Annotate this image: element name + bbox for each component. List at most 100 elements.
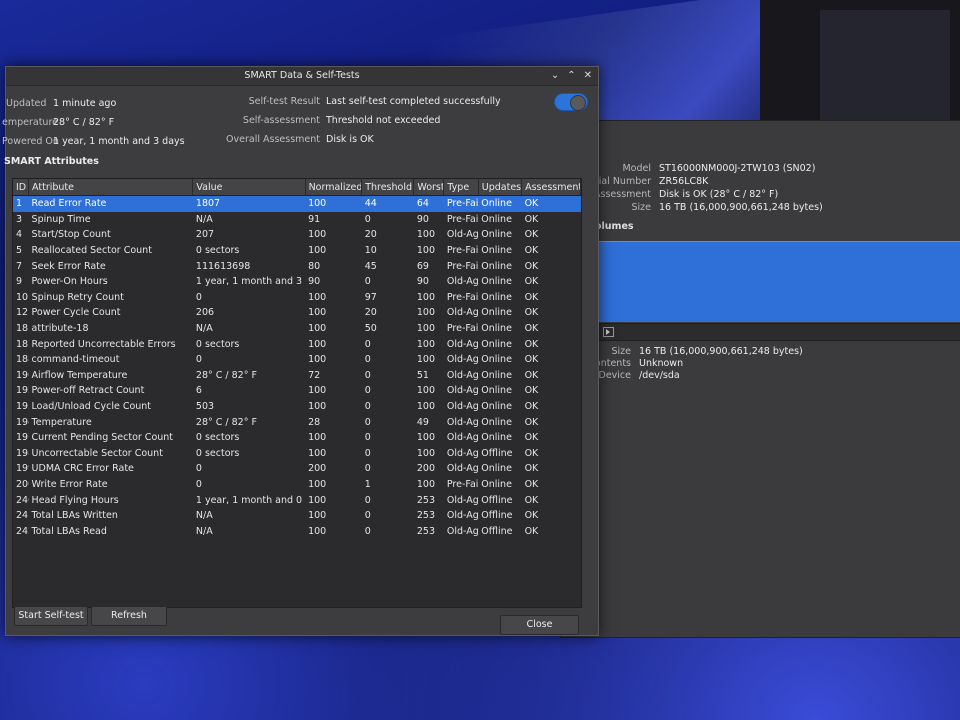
table-row[interactable]: 190Airflow Temperature 28° C / 82° F 72 0 51… xyxy=(13,368,581,384)
cell-worst: 100 xyxy=(416,447,436,459)
maximize-icon[interactable]: ⌃ xyxy=(567,67,575,85)
column-header-type[interactable]: Type xyxy=(443,179,479,196)
cell-assessment: OK xyxy=(524,260,539,272)
cell-value: 0 xyxy=(195,478,202,490)
smart-enable-toggle[interactable] xyxy=(554,93,588,111)
cell-threshold: 0 xyxy=(364,401,371,413)
cell-updates: Online xyxy=(481,260,512,272)
table-row[interactable]: 197Current Pending Sector Count 0 sectors… xyxy=(13,430,581,446)
cell-value: N/A xyxy=(195,525,213,537)
table-row[interactable]: 18 attribute-18 N/A 100 50 100 Pre-Fail Online O… xyxy=(13,321,581,337)
cell-value: 28° C / 82° F xyxy=(195,416,257,428)
table-row[interactable]: 12Power Cycle Count 206 100 20 100 Old-AgeOnl… xyxy=(13,305,581,321)
cell-type: Old-Age xyxy=(446,416,479,428)
close-icon[interactable]: ✕ xyxy=(584,67,592,85)
table-row[interactable]: 242Total LBAs Read N/A 100 0 253 Old-AgeOffli… xyxy=(13,523,581,539)
cell-updates: Online xyxy=(481,385,512,397)
table-row[interactable]: 240Head Flying Hours 1 year, 1 month and … xyxy=(13,492,581,508)
cell-normalized: 72 xyxy=(308,369,321,381)
cell-type: Pre-Fail xyxy=(446,291,479,303)
cell-threshold: 20 xyxy=(364,229,377,241)
column-header-normalized[interactable]: Normalized xyxy=(305,179,363,196)
model-value: ST16000NM000J-2TW103 (SN02) xyxy=(659,163,816,174)
cell-value: 111613698 xyxy=(195,260,251,272)
cell-threshold: 1 xyxy=(364,478,371,490)
table-row[interactable]: 188command-timeout 0 100 0 100 Old-AgeOnline O… xyxy=(13,352,581,368)
column-header-threshold[interactable]: Threshold xyxy=(361,179,415,196)
column-header-value[interactable]: Value xyxy=(192,179,306,196)
cell-threshold: 50 xyxy=(364,323,377,335)
cell-id: 198 xyxy=(16,447,29,459)
table-row[interactable]: 192Power-off Retract Count 6 100 0 100 Old-Ag… xyxy=(13,383,581,399)
dialog-titlebar[interactable]: SMART Data & Self-Tests ⌄ ⌃ ✕ xyxy=(6,67,598,86)
cell-worst: 100 xyxy=(416,291,436,303)
cell-threshold: 0 xyxy=(364,510,371,522)
table-row[interactable]: 7 Seek Error Rate 111613698 80 45 69 Pre-Fail O… xyxy=(13,258,581,274)
cell-normalized: 100 xyxy=(308,510,327,522)
cell-type: Pre-Fail xyxy=(446,245,479,257)
table-row[interactable]: 241Total LBAs Written N/A 100 0 253 Old-AgeOf… xyxy=(13,508,581,524)
table-row[interactable]: 187Reported Uncorrectable Errors 0 sector… xyxy=(13,336,581,352)
cell-value: 1807 xyxy=(192,195,306,212)
cell-normalized: 100 xyxy=(308,323,327,335)
cell-threshold: 0 xyxy=(364,354,371,366)
table-row[interactable]: 199UDMA CRC Error Rate 0 200 0 200 Old-AgeOnl… xyxy=(13,461,581,477)
refresh-button[interactable]: Refresh xyxy=(91,606,167,626)
cell-worst: 100 xyxy=(416,229,436,241)
cell-attribute: Read Error Rate xyxy=(28,195,193,212)
cell-worst: 69 xyxy=(416,260,429,272)
column-header-updates[interactable]: Updates xyxy=(478,179,523,196)
cell-attribute: command-timeout xyxy=(31,354,120,366)
cell-normalized: 100 xyxy=(305,195,362,212)
table-row[interactable]: 193Load/Unload Cycle Count 503 100 0 100 Old-… xyxy=(13,399,581,415)
column-header-attribute[interactable]: Attribute xyxy=(28,179,194,196)
play-icon[interactable] xyxy=(603,327,614,337)
cell-updates: Offline xyxy=(481,525,513,537)
table-row[interactable]: 10 Spinup Retry Count 0 100 97 100 Pre-Fail Onl… xyxy=(13,290,581,306)
cell-worst: 253 xyxy=(416,525,436,537)
cell-normalized: 100 xyxy=(308,401,327,413)
cell-value: 0 xyxy=(195,463,202,475)
cell-id: 197 xyxy=(16,432,29,444)
cell-normalized: 100 xyxy=(308,525,327,537)
cell-value: N/A xyxy=(195,323,213,335)
cell-updates: Online xyxy=(478,195,522,212)
cell-type: Old-Age xyxy=(446,229,479,241)
cell-worst: 51 xyxy=(416,369,429,381)
cell-assessment: OK xyxy=(524,401,539,413)
volume-partition-bar[interactable] xyxy=(599,241,960,322)
cell-threshold: 0 xyxy=(364,213,371,225)
cell-normalized: 100 xyxy=(308,291,327,303)
cell-worst: 100 xyxy=(416,478,436,490)
smart-attributes-heading: SMART Attributes xyxy=(4,156,99,167)
table-row[interactable]: 4 Start/Stop Count 207 100 20 100 Old-AgeOnlin… xyxy=(13,227,581,243)
table-row[interactable]: 198Uncorrectable Sector Count 0 sectors 10… xyxy=(13,446,581,462)
table-row[interactable]: 9 Power-On Hours 1 year, 1 month and 3 day… xyxy=(13,274,581,290)
table-row[interactable]: 200Write Error Rate 0 100 1 100 Pre-FailOnlin… xyxy=(13,477,581,493)
table-row[interactable]: 1 Read Error Rate 1807 100 44 64 Pre-Fail Onlin… xyxy=(13,195,581,212)
cell-updates: Online xyxy=(481,229,512,241)
cell-type: Old-Age xyxy=(446,276,479,288)
cell-attribute: UDMA CRC Error Rate xyxy=(31,463,134,475)
cell-attribute: Uncorrectable Sector Count xyxy=(31,447,163,459)
table-row[interactable]: 5 Reallocated Sector Count 0 sectors 100 10 1… xyxy=(13,243,581,259)
cell-worst: 100 xyxy=(416,385,436,397)
cell-threshold: 10 xyxy=(364,245,377,257)
close-button[interactable]: Close xyxy=(500,615,579,635)
cell-threshold: 44 xyxy=(361,195,414,212)
table-row[interactable]: 3 Spinup Time N/A 91 0 90 Pre-Fail Online OK xyxy=(13,212,581,228)
cell-attribute: Total LBAs Read xyxy=(31,525,107,537)
smart-attributes-table[interactable]: ID Attribute Value Normalized Threshold … xyxy=(12,178,582,608)
cell-attribute: Reported Uncorrectable Errors xyxy=(31,338,176,350)
column-header-id[interactable]: ID xyxy=(13,179,30,196)
column-header-worst[interactable]: Worst xyxy=(413,179,445,196)
cell-type: Old-Age xyxy=(446,463,479,475)
cell-id: 9 xyxy=(16,276,23,288)
start-self-test-button[interactable]: Start Self-test xyxy=(14,606,88,626)
column-header-assessment[interactable]: Assessment xyxy=(521,179,581,196)
powered-on-label: Powered On xyxy=(2,136,59,147)
serial-value: ZR56LC8K xyxy=(659,176,709,187)
cell-worst: 100 xyxy=(416,354,436,366)
table-row[interactable]: 194Temperature28° C / 82° F28049Old-AgeO… xyxy=(13,414,581,430)
minimize-icon[interactable]: ⌄ xyxy=(551,67,559,85)
